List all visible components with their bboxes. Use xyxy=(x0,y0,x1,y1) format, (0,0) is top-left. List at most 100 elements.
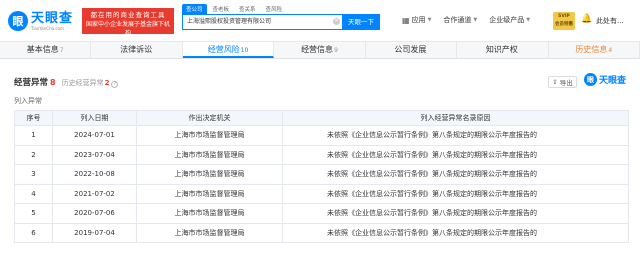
cell-index: 2 xyxy=(14,144,53,165)
watermark-logo: 眼 天眼查 xyxy=(584,73,626,86)
table-row: 4 2021-07-02 上海市市场监督管理局 未依照《企业信息公示暂行条例》第… xyxy=(14,183,629,204)
cell-reason: 未依照《企业信息公示暂行条例》第八条规定的期限公示年度报告的 xyxy=(282,144,629,165)
section-header: 经营异常 8 历史经营异常 2 ? xyxy=(14,76,119,88)
slogan-line1: 都在用的商业查询工具 xyxy=(90,11,166,19)
grid-icon: ▦ xyxy=(402,15,410,25)
tab-development[interactable]: 公司发展 xyxy=(366,42,458,58)
top-nav: ▦ 应用 ▼ 合作通道 ▼ 企业级产品 ▼ xyxy=(402,15,542,25)
bell-icon[interactable]: 🔔 xyxy=(581,14,592,24)
cell-date: 2024-07-01 xyxy=(52,125,137,146)
cell-index: 1 xyxy=(14,125,53,146)
history-count: 2 xyxy=(104,79,110,87)
logo-cn: 天眼查 xyxy=(31,10,74,26)
watermark-logo-icon: 眼 xyxy=(584,73,597,86)
search-tab-boss[interactable]: 查老板 xyxy=(209,4,234,14)
tab-label: 公司发展 xyxy=(394,45,427,54)
cell-authority: 上海市市场监督管理局 xyxy=(136,183,283,204)
tab-label: 知识产权 xyxy=(485,45,518,54)
chevron-down-icon: ▼ xyxy=(473,17,478,23)
chevron-down-icon: ▼ xyxy=(427,17,432,23)
section-title: 经营异常 xyxy=(14,78,49,88)
col-header-reason: 列入经营异常名录原因 xyxy=(282,110,629,126)
cell-reason: 未依照《企业信息公示暂行条例》第八条规定的期限公示年度报告的 xyxy=(282,222,629,243)
section-count: 8 xyxy=(50,78,56,87)
table-row: 2 2023-07-04 上海市市场监督管理局 未依照《企业信息公示暂行条例》第… xyxy=(14,144,629,165)
abnormal-table: 序号 列入日期 作出决定机关 列入经营异常名录原因 1 2024-07-01 上… xyxy=(14,110,629,243)
search-tab-company[interactable]: 查公司 xyxy=(182,4,207,14)
vip-line1: SVIP xyxy=(558,14,570,19)
vip-line2: 会员特惠 xyxy=(555,22,573,27)
help-icon[interactable]: ? xyxy=(111,81,119,88)
tab-ip[interactable]: 知识产权 xyxy=(457,42,549,58)
tab-count: 4 xyxy=(608,47,613,54)
table-row: 1 2024-07-01 上海市市场监督管理局 未依照《企业信息公示暂行条例》第… xyxy=(14,125,629,146)
search-tab-relation[interactable]: 查关系 xyxy=(235,4,260,14)
cell-index: 6 xyxy=(14,222,53,243)
module-tabs: 基本信息7 法律诉讼 经营风险10 经营信息9 公司发展 知识产权 历史信息4 xyxy=(0,42,640,59)
table-row: 6 2019-07-04 上海市市场监督管理局 未依照《企业信息公示暂行条例》第… xyxy=(14,222,629,243)
tab-count: 9 xyxy=(334,47,338,54)
site-logo[interactable]: 眼 天眼查 TianYanCha.com xyxy=(8,9,73,33)
cell-reason: 未依照《企业信息公示暂行条例》第八条规定的期限公示年度报告的 xyxy=(282,183,629,204)
cell-authority: 上海市市场监督管理局 xyxy=(136,144,283,165)
table-row: 5 2020-07-06 上海市市场监督管理局 未依照《企业信息公示暂行条例》第… xyxy=(14,203,629,224)
cell-authority: 上海市市场监督管理局 xyxy=(136,164,283,185)
cell-index: 3 xyxy=(14,164,53,185)
cell-authority: 上海市市场监督管理局 xyxy=(136,222,283,243)
cell-date: 2022-10-08 xyxy=(52,164,137,185)
top-header: 眼 天眼查 TianYanCha.com 都在用的商业查询工具 国家中小企业发展… xyxy=(0,0,640,42)
section-subtitle: 列入异常 xyxy=(14,97,42,105)
cell-authority: 上海市市场监督管理局 xyxy=(136,203,283,224)
search-button[interactable]: 天眼一下 xyxy=(342,14,380,30)
tab-basic-info[interactable]: 基本信息7 xyxy=(0,42,92,58)
tab-label: 法律诉讼 xyxy=(120,45,153,54)
tab-label: 经营信息 xyxy=(301,45,334,54)
tab-history[interactable]: 历史信息4 xyxy=(549,42,640,58)
export-button[interactable]: ⇪ 导出 xyxy=(548,76,577,88)
user-name[interactable]: 此处有... xyxy=(596,16,624,26)
col-header-date: 列入日期 xyxy=(52,110,137,126)
chevron-down-icon: ▼ xyxy=(526,17,531,23)
logo-mark-icon: 眼 xyxy=(8,11,28,31)
nav-apps-label: 应用 xyxy=(411,16,426,24)
cell-date: 2019-07-04 xyxy=(52,222,137,243)
cell-date: 2021-07-02 xyxy=(52,183,137,204)
nav-enterprise[interactable]: 企业级产品 ▼ xyxy=(489,15,530,25)
nav-cooperation-label: 合作通道 xyxy=(443,16,472,24)
tab-legal[interactable]: 法律诉讼 xyxy=(91,42,183,58)
cell-reason: 未依照《企业信息公示暂行条例》第八条规定的期限公示年度报告的 xyxy=(282,203,629,224)
search-tab-risk[interactable]: 查风险 xyxy=(262,4,287,14)
nav-cooperation[interactable]: 合作通道 ▼ xyxy=(443,15,477,25)
cell-index: 5 xyxy=(14,203,53,224)
logo-text: 天眼查 TianYanCha.com xyxy=(31,10,74,31)
cell-authority: 上海市市场监督管理局 xyxy=(136,125,283,146)
history-abnormal-link[interactable]: 历史经营异常 xyxy=(62,78,104,88)
nav-enterprise-label: 企业级产品 xyxy=(489,16,525,24)
export-label: 导出 xyxy=(559,79,573,87)
table-row: 3 2022-10-08 上海市市场监督管理局 未依照《企业信息公示暂行条例》第… xyxy=(14,164,629,185)
col-header-authority: 作出决定机关 xyxy=(136,110,283,126)
cell-date: 2020-07-06 xyxy=(52,203,137,224)
tab-label: 经营风险 xyxy=(207,45,240,54)
svip-badge[interactable]: SVIP 会员特惠 xyxy=(553,12,575,30)
search-type-tabs: 查公司 查老板 查关系 查风险 xyxy=(182,4,288,14)
col-header-index: 序号 xyxy=(14,110,53,126)
logo-en: TianYanCha.com xyxy=(31,25,64,31)
tab-count: 10 xyxy=(240,47,249,54)
tab-label: 基本信息 xyxy=(26,45,59,54)
tab-business-risk[interactable]: 经营风险10 xyxy=(182,42,275,58)
tab-count: 7 xyxy=(59,47,64,54)
watermark-text: 天眼查 xyxy=(599,76,627,86)
export-icon: ⇪ xyxy=(552,78,558,86)
cell-reason: 未依照《企业信息公示暂行条例》第八条规定的期限公示年度报告的 xyxy=(282,125,629,146)
cell-index: 4 xyxy=(14,183,53,204)
table-header-row: 序号 列入日期 作出决定机关 列入经营异常名录原因 xyxy=(14,110,629,126)
tab-business-info[interactable]: 经营信息9 xyxy=(274,42,366,58)
cell-reason: 未依照《企业信息公示暂行条例》第八条规定的期限公示年度报告的 xyxy=(282,164,629,185)
search-input[interactable]: 上海溢熙股权投资管理有限公司 xyxy=(182,14,342,30)
nav-apps[interactable]: ▦ 应用 ▼ xyxy=(402,15,431,25)
tab-label: 历史信息 xyxy=(575,45,608,54)
slogan-line2: 国家中小企业发展子基金旗下机构 xyxy=(86,21,171,37)
clear-search-icon[interactable]: ✕ xyxy=(333,18,340,25)
slogan-banner: 都在用的商业查询工具 国家中小企业发展子基金旗下机构 xyxy=(82,8,174,37)
